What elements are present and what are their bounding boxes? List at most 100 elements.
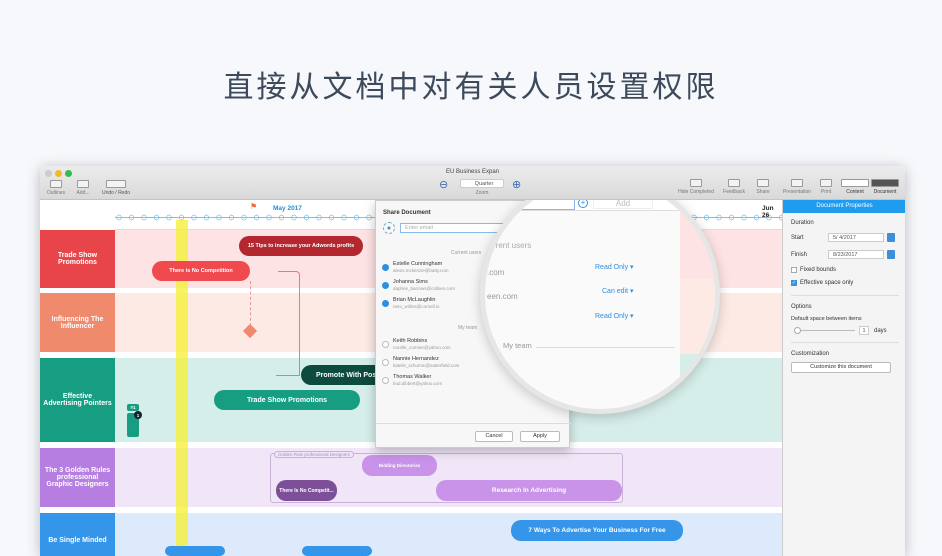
finish-date-input[interactable]: 8/23/2017 <box>828 250 884 259</box>
undo-redo-label: Undo / Redo <box>101 190 131 196</box>
task-bar[interactable] <box>302 546 372 556</box>
fixed-bounds-label: Fixed bounds <box>800 267 837 273</box>
user-email: bud.dibbert@yahoo.com <box>393 381 443 386</box>
magnifier-lens: + Add rrent users .com een.com Read Only… <box>480 174 720 414</box>
days-label: days <box>874 328 887 334</box>
zoom-label: Zoom <box>475 190 489 196</box>
user-name: Nannie Hernandez <box>393 356 439 362</box>
print-button[interactable]: Print <box>818 179 834 195</box>
share-icon <box>757 179 769 187</box>
content-icon <box>841 179 869 187</box>
user-email: katelin_schumm@satterfield.com <box>393 363 460 368</box>
headline: 直接从文档中对有关人员设置权限 <box>223 70 719 105</box>
permission-value: Can edit <box>602 288 629 295</box>
unchecked-icon[interactable] <box>382 377 389 384</box>
checked-icon[interactable] <box>382 282 389 289</box>
row-label[interactable]: Influencing The Influencer <box>40 293 115 352</box>
task-bar[interactable]: There is No Competition <box>152 261 250 281</box>
current-users-heading: Current users <box>451 250 482 256</box>
window-title: EU Business Expan <box>445 169 500 175</box>
magnified-heading: My team <box>503 341 536 350</box>
task-bar[interactable] <box>165 546 225 556</box>
toolbar: EU Business Expan Outlines Add... Undo /… <box>40 166 905 200</box>
task-bar[interactable]: Trade Show Promotions <box>214 390 360 410</box>
user-icon: ● <box>383 222 395 234</box>
permission-dropdown[interactable]: Read Only ▾ <box>595 263 634 271</box>
slider-thumb[interactable] <box>794 327 801 334</box>
permission-dropdown[interactable]: Read Only ▾ <box>595 312 634 320</box>
minimize-button[interactable] <box>55 170 62 177</box>
user-name: Johanna Sims <box>393 279 428 285</box>
add-icon <box>77 180 89 188</box>
days-input[interactable]: 1 <box>859 326 869 335</box>
outlines-button[interactable]: Outlines <box>45 180 67 196</box>
print-icon <box>820 179 832 187</box>
hide-completed-button[interactable]: Hide Completed <box>674 179 718 195</box>
space-slider[interactable] <box>795 330 855 331</box>
task-bar[interactable]: 7 Ways To Advertise Your Business For Fr… <box>511 520 683 541</box>
user-name: Brian McLaughlin <box>393 297 436 303</box>
zoom-out-icon[interactable]: ⊖ <box>439 178 448 191</box>
calendar-icon[interactable] <box>887 233 895 242</box>
permission-value: Read Only <box>595 264 629 271</box>
effective-space-checkbox[interactable]: ✓ <box>791 280 797 286</box>
task-bar[interactable]: Bidding Directories <box>362 455 437 476</box>
document-icon <box>871 179 899 187</box>
task-bar[interactable]: There Is No Competit... <box>276 480 337 501</box>
share-label: Share <box>756 189 770 195</box>
document-properties-panel: Document Properties Duration Start 5/ 4/… <box>782 200 905 556</box>
feedback-button[interactable]: Feedback <box>722 179 746 195</box>
close-button[interactable] <box>45 170 52 177</box>
presentation-button[interactable]: Presentation <box>780 179 814 195</box>
unchecked-icon[interactable] <box>382 341 389 348</box>
outlines-label: Outlines <box>46 190 66 196</box>
task-bar[interactable]: Promote With Pos <box>301 365 381 385</box>
permission-dropdown[interactable]: Can edit ▾ <box>602 287 634 295</box>
user-name: Estelle Cunningham <box>393 261 443 267</box>
checked-icon[interactable] <box>382 264 389 271</box>
dialog-title: Share Document <box>383 210 431 216</box>
calendar-icon[interactable] <box>887 250 895 259</box>
magnified-email: .com <box>487 268 505 277</box>
row-label[interactable]: Effective Advertising Pointers <box>40 358 115 442</box>
content-toggle[interactable]: Content <box>840 179 870 195</box>
maximize-button[interactable] <box>65 170 72 177</box>
user-email: daphne_barrows@collsen.com <box>393 286 455 291</box>
task-bar[interactable]: 15 Tips to increase your Adwords profits <box>239 236 363 256</box>
task-bar[interactable]: Research In Advertising <box>436 480 622 501</box>
customize-button[interactable]: Customize this document <box>791 362 891 373</box>
options-heading: Options <box>791 304 812 310</box>
presentation-label: Presentation <box>782 189 812 195</box>
permission-value: Read Only <box>595 313 629 320</box>
fixed-bounds-checkbox[interactable] <box>791 267 797 273</box>
feedback-label: Feedback <box>723 189 745 195</box>
document-toggle[interactable]: Document <box>870 179 900 195</box>
month-label: May 2017 <box>273 205 302 212</box>
share-button[interactable]: Share <box>753 179 773 195</box>
task-badge[interactable]: #1 <box>127 404 139 411</box>
unchecked-icon[interactable] <box>382 359 389 366</box>
add-button[interactable]: Add... <box>72 180 94 196</box>
presentation-icon <box>791 179 803 187</box>
row-label[interactable]: Be Single Minded <box>40 513 115 556</box>
feedback-icon <box>728 179 740 187</box>
user-email: nero_willms@cornell.io <box>393 304 440 309</box>
row-label[interactable]: The 3 Golden Rules professional Graphic … <box>40 448 115 507</box>
hide-completed-label: Hide Completed <box>678 189 714 195</box>
apply-button[interactable]: Apply <box>520 431 560 442</box>
row-label[interactable]: Trade Show Promotions <box>40 230 115 288</box>
checked-icon[interactable] <box>382 300 389 307</box>
zoom-in-icon[interactable]: ⊕ <box>512 178 521 191</box>
milestone-flag-icon: ⚑ <box>250 202 258 211</box>
month-label: Jun 26 <box>762 205 774 219</box>
hide-completed-icon <box>690 179 702 187</box>
magnified-email: een.com <box>487 292 518 301</box>
zoom-select[interactable]: Quarter <box>460 179 504 188</box>
cancel-button[interactable]: Cancel <box>475 431 513 442</box>
document-label: Document <box>873 189 897 195</box>
start-label: Start <box>791 235 804 241</box>
start-date-input[interactable]: 5/ 4/2017 <box>828 233 884 242</box>
comment-count: 1 <box>134 411 142 419</box>
undo-redo-button[interactable]: Undo / Redo <box>100 180 132 196</box>
print-label: Print <box>820 189 832 195</box>
